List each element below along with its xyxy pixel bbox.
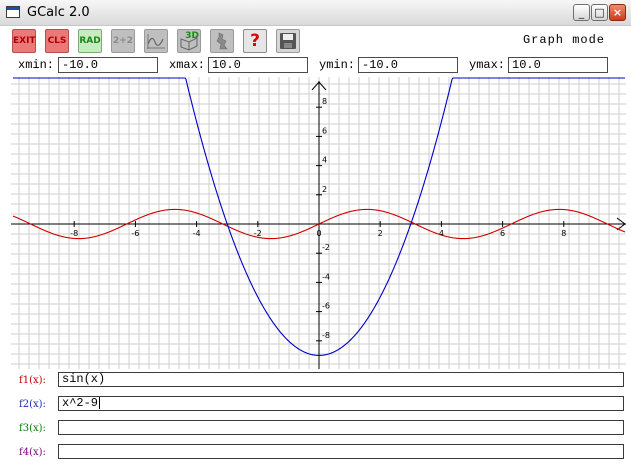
calculator-button[interactable]: 2+2 [111, 29, 135, 53]
cls-label: CLS [47, 36, 67, 46]
mode-indicator: Graph mode [522, 33, 605, 47]
rad-label: RAD [79, 36, 101, 46]
f3-input[interactable] [58, 420, 624, 435]
x-tick-label: 4 [439, 229, 444, 238]
toolbar: EXIT CLS RAD 2+2 3D ? Graph mode [0, 26, 631, 56]
app-window-icon [6, 6, 20, 18]
graph-analysis-button[interactable] [144, 29, 168, 53]
xmax-input[interactable]: 10.0 [208, 57, 308, 73]
f4-label: f4(x): [19, 447, 46, 458]
ymax-input[interactable]: 10.0 [508, 57, 608, 73]
x-tick-label: 2 [378, 229, 383, 238]
map-icon [216, 32, 228, 50]
cls-button[interactable]: CLS [45, 29, 69, 53]
save-icon [280, 33, 296, 49]
x-tick-label: 0 [316, 229, 321, 238]
y-tick-label: -6 [322, 302, 330, 311]
y-tick-label: 8 [322, 97, 327, 106]
gcalc-window: GCalc 2.0 _ □ × EXIT CLS RAD 2+2 3D ? Gr… [0, 0, 631, 472]
f4-input[interactable] [58, 444, 624, 459]
graph-analysis-icon [147, 34, 165, 49]
y-tick-label: -2 [322, 243, 330, 252]
maximize-button[interactable]: □ [591, 4, 608, 21]
y-tick-label: 6 [322, 126, 327, 135]
help-label: ? [250, 31, 260, 51]
map-button[interactable] [210, 29, 234, 53]
xmin-label: xmin: [18, 58, 55, 72]
window-title: GCalc 2.0 [27, 5, 90, 20]
y-tick-label: 4 [322, 156, 327, 165]
exit-button[interactable]: EXIT [12, 29, 36, 53]
title-bar[interactable]: GCalc 2.0 _ □ × [0, 0, 631, 26]
f1-input[interactable]: sin(x) [58, 372, 624, 387]
x-tick-label: 6 [500, 229, 505, 238]
ymin-label: ymin: [319, 58, 356, 72]
ymax-label: ymax: [469, 58, 506, 72]
x-tick-label: -8 [70, 229, 78, 238]
f3-label: f3(x): [19, 423, 46, 434]
function-plot[interactable]: -8 -6 -4 -2 0 2 4 6 88642-2-4-6-8 [11, 77, 626, 369]
f1-label: f1(x): [19, 375, 46, 386]
help-button[interactable]: ? [243, 29, 267, 53]
close-button[interactable]: × [609, 4, 626, 21]
y-tick-label: -8 [322, 331, 330, 340]
3d-graph-button[interactable]: 3D [177, 29, 201, 53]
y-tick-label: 2 [322, 185, 327, 194]
exit-label: EXIT [13, 36, 36, 46]
minimize-button[interactable]: _ [573, 4, 590, 21]
x-tick-label: -6 [131, 229, 139, 238]
f2-label: f2(x): [19, 399, 46, 410]
y-tick-label: -4 [322, 272, 330, 281]
xmin-input[interactable]: -10.0 [58, 57, 158, 73]
3d-graph-icon [180, 37, 198, 51]
f2-input[interactable]: x^2-9 [58, 396, 624, 411]
f2-value: x^2-9 [62, 396, 99, 411]
xmax-label: xmax: [169, 58, 206, 72]
save-button[interactable] [276, 29, 300, 53]
rad-button[interactable]: RAD [78, 29, 102, 53]
graph-area[interactable]: -8 -6 -4 -2 0 2 4 6 8 8 6 4 2 -2 -4 -6 -8 [11, 77, 626, 369]
ymin-input[interactable]: -10.0 [358, 57, 458, 73]
range-bar: xmin: -10.0 xmax: 10.0 ymin: -10.0 ymax:… [0, 56, 631, 76]
calculator-label: 2+2 [112, 36, 134, 46]
x-tick-label: -4 [193, 229, 201, 238]
x-tick-label: 8 [561, 229, 566, 238]
text-cursor [99, 397, 101, 409]
